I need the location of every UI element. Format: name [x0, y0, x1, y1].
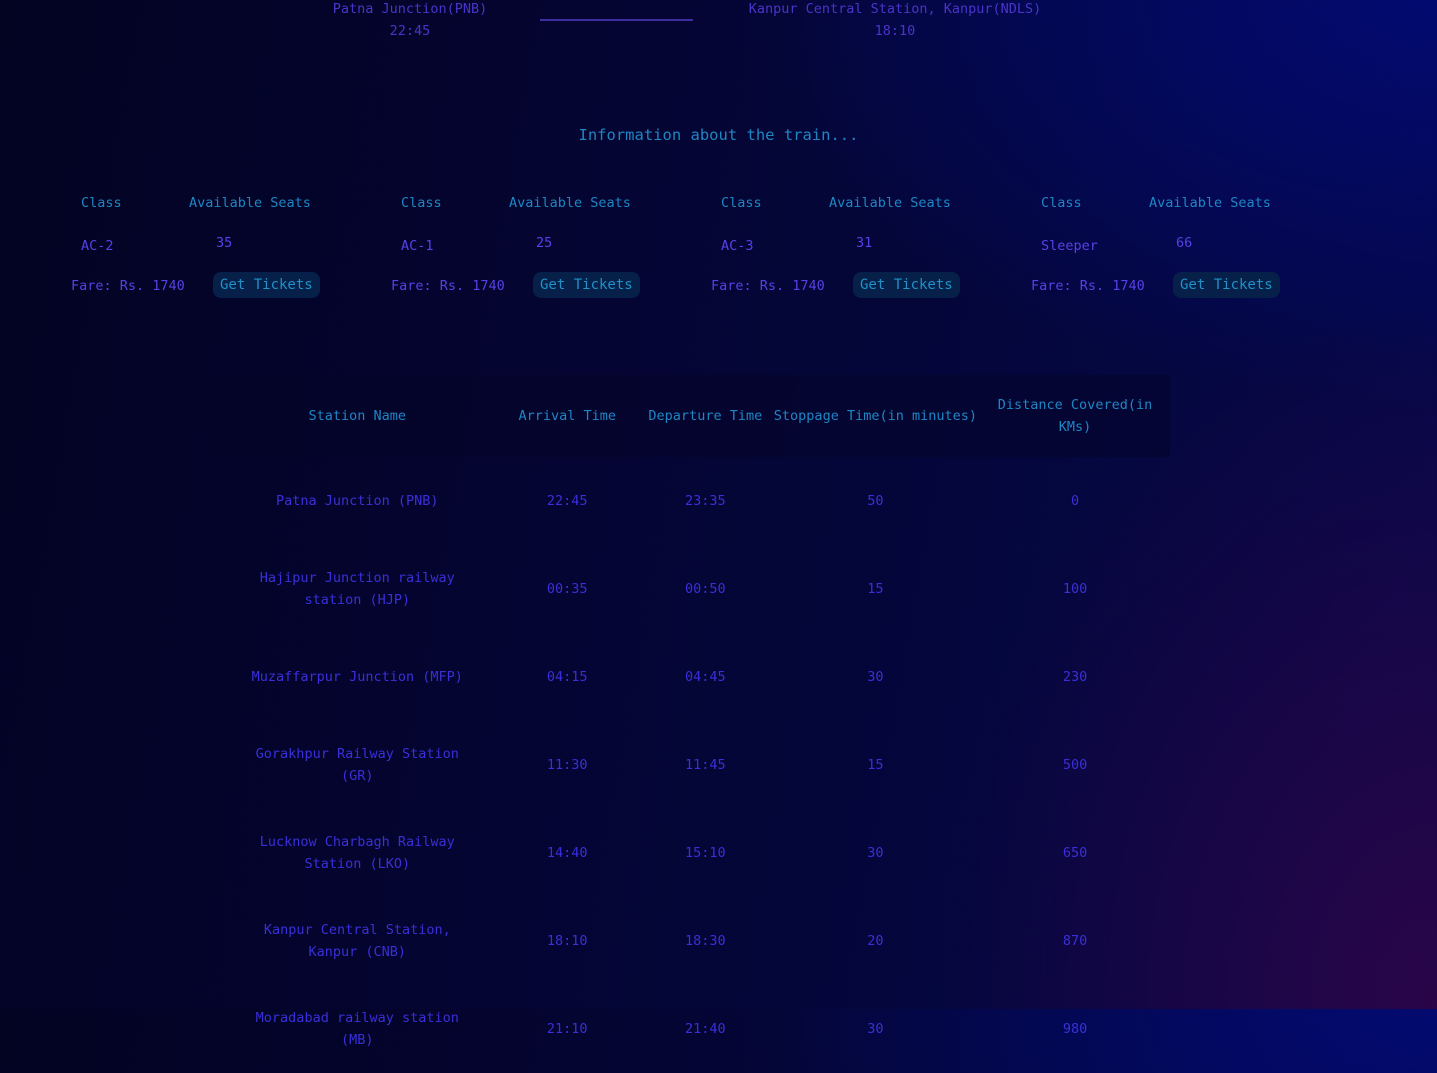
class-label: Class: [1041, 195, 1082, 211]
destination-station: Kanpur Central Station, Kanpur(NDLS) 18:…: [720, 0, 1070, 42]
distance-cell: 100: [1062, 581, 1088, 597]
table-row: Gorakhpur Railway Station (GR) 11:30 11:45…: [220, 721, 1170, 809]
class-value: Sleeper: [1041, 238, 1098, 254]
class-card: Class Available Seats AC-1 25 Fare: Rs. …: [380, 190, 680, 320]
column-header: Arrival Time: [494, 375, 640, 457]
destination-time: 18:10: [874, 23, 916, 39]
stoppage-time-cell: 15: [867, 581, 884, 597]
seats-value: 31: [856, 235, 873, 251]
station-name-cell: Hajipur Junction railway station (HJP): [259, 570, 455, 608]
station-name-cell: Patna Junction (PNB): [276, 493, 439, 509]
departure-time-cell: 11:45: [685, 757, 726, 773]
stoppage-time-cell: 50: [867, 493, 884, 509]
stoppage-time-cell: 15: [867, 757, 884, 773]
origin-time: 22:45: [389, 23, 431, 39]
distance-cell: 0: [1070, 493, 1080, 509]
station-name-cell: Kanpur Central Station, Kanpur (CNB): [263, 922, 451, 960]
stoppage-time-cell: 30: [867, 669, 884, 685]
info-title: Information about the train...: [578, 126, 859, 144]
departure-time-cell: 21:40: [685, 1021, 726, 1037]
seats-value: 66: [1176, 235, 1193, 251]
fare-text: Fare: Rs. 1740: [1031, 278, 1145, 294]
distance-cell: 500: [1062, 757, 1088, 773]
fare-text: Fare: Rs. 1740: [71, 278, 185, 294]
stoppage-time-cell: 20: [867, 933, 884, 949]
distance-cell: 870: [1062, 933, 1088, 949]
departure-time-cell: 00:50: [685, 581, 726, 597]
get-tickets-button[interactable]: Get Tickets: [1173, 272, 1280, 298]
arrival-time-cell: 11:30: [546, 757, 588, 773]
seats-label: Available Seats: [829, 195, 951, 211]
schedule-table: Station Name Arrival Time Departure Time St…: [220, 375, 1170, 1073]
arrival-time-cell: 00:35: [546, 581, 588, 597]
column-header: Stoppage Time(in minutes): [770, 375, 981, 457]
table-row: Muzaffarpur Junction (MFP) 04:15 04:45 30 23…: [220, 633, 1170, 721]
column-header: Station Name: [220, 375, 495, 457]
route-line: [540, 19, 693, 21]
column-header: Distance Covered(in KMs): [980, 375, 1170, 457]
get-tickets-button[interactable]: Get Tickets: [213, 272, 320, 298]
arrival-time-cell: 22:45: [546, 493, 588, 509]
class-label: Class: [401, 195, 442, 211]
seats-label: Available Seats: [189, 195, 311, 211]
get-tickets-button[interactable]: Get Tickets: [853, 272, 960, 298]
arrival-time-cell: 14:40: [546, 845, 588, 861]
class-card: Class Available Seats AC-2 35 Fare: Rs. …: [60, 190, 360, 320]
seats-label: Available Seats: [1149, 195, 1271, 211]
departure-time-cell: 15:10: [685, 845, 726, 861]
route-header: Patna Junction(PNB) 22:45 Kanpur Central…: [0, 0, 1437, 70]
arrival-time-cell: 04:15: [546, 669, 588, 685]
class-value: AC-2: [81, 238, 114, 254]
origin-station: Patna Junction(PNB) 22:45: [310, 0, 510, 42]
arrival-time-cell: 18:10: [546, 933, 588, 949]
fare-text: Fare: Rs. 1740: [391, 278, 505, 294]
class-label: Class: [721, 195, 762, 211]
class-value: AC-1: [401, 238, 434, 254]
column-header: Departure Time: [639, 375, 771, 457]
station-name-cell: Lucknow Charbagh Railway Station (LKO): [259, 834, 455, 872]
class-label: Class: [81, 195, 122, 211]
table-row: Lucknow Charbagh Railway Station (LKO) 14…: [220, 809, 1170, 897]
seats-value: 35: [216, 235, 233, 251]
table-row: Patna Junction (PNB) 22:45 23:35 50 0: [220, 457, 1170, 545]
station-name-cell: Moradabad railway station (MB): [255, 1010, 459, 1048]
table-header-row: Station Name Arrival Time Departure Time St…: [220, 375, 1170, 457]
departure-time-cell: 04:45: [685, 669, 726, 685]
station-name-cell: Muzaffarpur Junction (MFP): [251, 669, 463, 685]
destination-station-name: Kanpur Central Station, Kanpur(NDLS): [748, 1, 1042, 17]
distance-cell: 980: [1062, 1021, 1088, 1037]
table-row: Moradabad railway station (MB) 21:10 21:40…: [220, 985, 1170, 1073]
table-row: Kanpur Central Station, Kanpur (CNB) 18:1…: [220, 897, 1170, 985]
station-name-cell: Gorakhpur Railway Station (GR): [255, 746, 459, 784]
seats-value: 25: [536, 235, 553, 251]
stoppage-time-cell: 30: [867, 1021, 884, 1037]
stoppage-time-cell: 30: [867, 845, 884, 861]
departure-time-cell: 23:35: [685, 493, 726, 509]
arrival-time-cell: 21:10: [546, 1021, 588, 1037]
get-tickets-button[interactable]: Get Tickets: [533, 272, 640, 298]
fare-text: Fare: Rs. 1740: [711, 278, 825, 294]
table-row: Hajipur Junction railway station (HJP) 00…: [220, 545, 1170, 633]
class-value: AC-3: [721, 238, 754, 254]
distance-cell: 650: [1062, 845, 1088, 861]
origin-station-name: Patna Junction(PNB): [332, 1, 488, 17]
class-card: Class Available Seats Sleeper 66 Fare: R…: [1020, 190, 1320, 320]
seats-label: Available Seats: [509, 195, 631, 211]
class-card: Class Available Seats AC-3 31 Fare: Rs. …: [700, 190, 1000, 320]
departure-time-cell: 18:30: [685, 933, 726, 949]
distance-cell: 230: [1062, 669, 1088, 685]
